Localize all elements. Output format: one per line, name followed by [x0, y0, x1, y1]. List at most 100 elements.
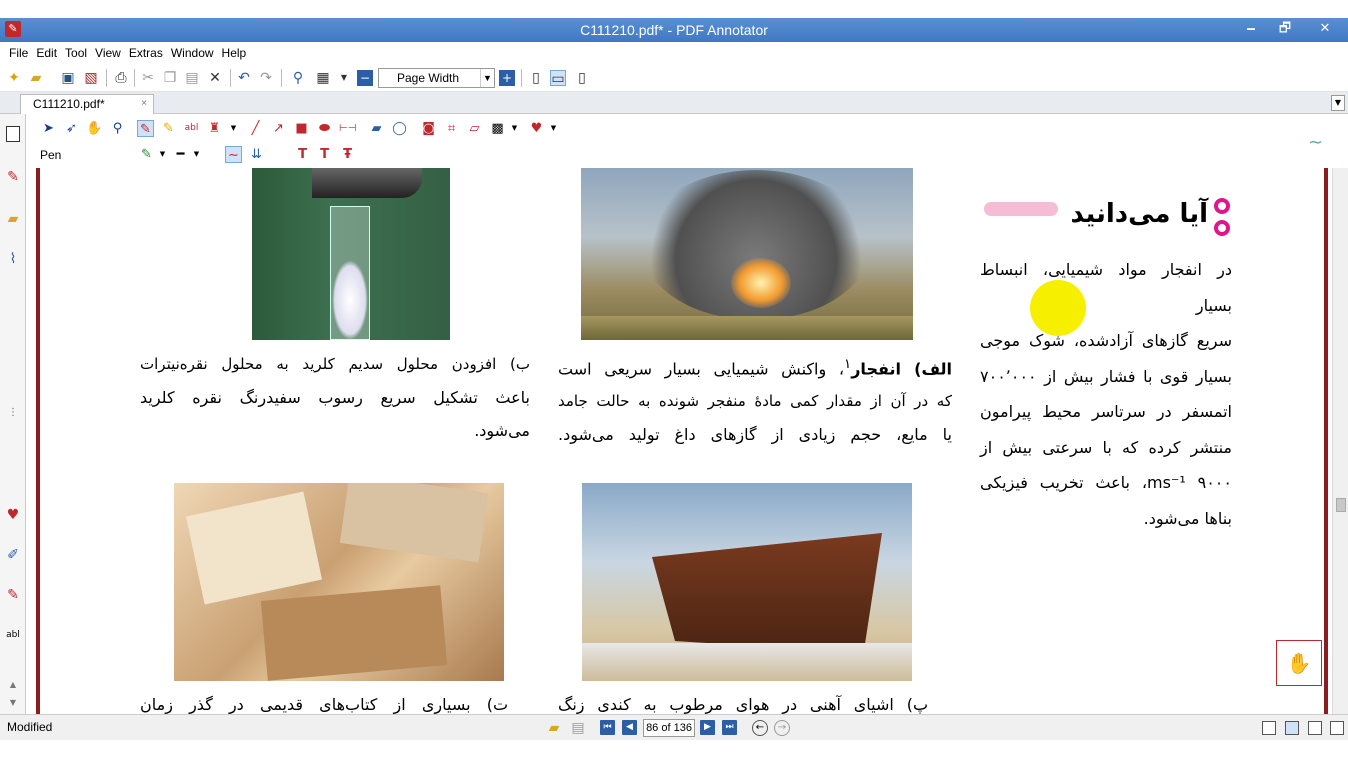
ellipse-tool-icon[interactable]: ⬬ — [316, 120, 333, 137]
forward-icon[interactable]: → — [774, 720, 790, 736]
view-facing-continuous-icon[interactable] — [1330, 721, 1344, 735]
marker-icon[interactable]: ✐ — [4, 546, 22, 564]
current-tool-label: Pen — [40, 148, 62, 162]
view-single-page-icon[interactable] — [1262, 721, 1276, 735]
pen-color-icon[interactable]: ✎ — [138, 146, 155, 163]
ruler-icon[interactable]: ▱ — [466, 120, 483, 137]
open-folder-icon[interactable]: ▰ — [28, 70, 44, 86]
hand-tool-floating-button[interactable]: ✋ — [1276, 640, 1322, 686]
find-icon[interactable]: ⚲ — [290, 70, 306, 86]
measure-tool-icon[interactable]: ⊢⊣ — [339, 120, 356, 137]
stamp-icon[interactable]: ♜ — [206, 120, 223, 137]
chevron-down-icon[interactable]: ▼ — [506, 120, 523, 137]
line-tool-icon[interactable]: ╱ — [247, 120, 264, 137]
redo-icon[interactable]: ↷ — [258, 70, 274, 86]
caption-label: الف) انفجار — [851, 359, 953, 379]
first-page-button[interactable]: ⏮ — [600, 720, 615, 735]
splitter-handle-icon[interactable]: ⋮ — [4, 404, 22, 422]
fullscreen-icon[interactable]: ▯ — [574, 70, 590, 86]
caption-text: می‌شود. — [474, 421, 530, 440]
zoom-select[interactable]: Page Width ▼ — [378, 68, 495, 88]
paste-icon[interactable]: ▤ — [184, 70, 200, 86]
folder-panel-icon[interactable]: ▰ — [4, 210, 22, 228]
menu-view[interactable]: View — [91, 42, 125, 64]
cut-icon[interactable]: ✂ — [140, 70, 156, 86]
scroll-up-icon[interactable]: ▲ — [4, 676, 22, 694]
menu-extras[interactable]: Extras — [125, 42, 167, 64]
fit-width-icon[interactable]: ▭ — [550, 70, 566, 87]
chevron-down-icon[interactable]: ▼ — [336, 70, 352, 86]
smooth-stroke-icon[interactable]: ∼ — [225, 146, 242, 163]
undo-icon[interactable]: ↶ — [236, 70, 252, 86]
chevron-down-icon[interactable]: ▼ — [545, 120, 562, 137]
maximize-button[interactable]: 🗗 — [1268, 18, 1302, 40]
save-icon[interactable]: ▣ — [60, 70, 76, 86]
view-facing-icon[interactable] — [1308, 721, 1322, 735]
back-icon[interactable]: ← — [752, 720, 768, 736]
view-continuous-icon[interactable] — [1285, 721, 1299, 735]
page-number-input[interactable]: 86 of 136 — [643, 719, 695, 737]
document-view[interactable]: آیا می‌دانید در انفجار مواد شیمیایی، انب… — [36, 168, 1328, 714]
next-page-button[interactable]: ▶ — [700, 720, 715, 735]
favorites-heart-icon[interactable]: ♥ — [528, 120, 545, 137]
select-arrow-icon[interactable]: ➤ — [40, 120, 57, 137]
single-page-icon[interactable]: ▯ — [528, 70, 544, 86]
close-button[interactable]: ✕ — [1302, 18, 1348, 40]
layout-icon[interactable]: ▦ — [315, 70, 331, 86]
new-icon[interactable]: ✦ — [6, 70, 22, 86]
vertical-scrollbar[interactable] — [1332, 168, 1348, 714]
insert-image-icon[interactable]: ▩ — [489, 120, 506, 137]
save-as-icon[interactable]: ▧ — [83, 70, 99, 86]
tab-document[interactable]: C111210.pdf* × — [20, 94, 154, 114]
chevron-down-icon[interactable]: ▼ — [188, 146, 205, 163]
delete-icon[interactable]: ✕ — [207, 70, 223, 86]
sidebar-title: آیا می‌دانید — [1070, 199, 1208, 229]
last-page-button[interactable]: ⏭ — [722, 720, 737, 735]
close-tab-icon[interactable]: × — [141, 95, 147, 113]
lasso-icon[interactable]: ◯ — [391, 120, 408, 137]
scroll-down-icon[interactable]: ▼ — [4, 694, 22, 712]
underline-text-icon[interactable]: T — [294, 146, 311, 163]
tab-list-button[interactable]: ▼ — [1331, 95, 1345, 111]
line-width-icon[interactable]: ━ — [172, 146, 189, 163]
caption-silver-chloride: ب) افزودن محلول سدیم کلرید به محلول نقره… — [140, 348, 530, 447]
camera-icon[interactable]: ◙ — [420, 120, 437, 137]
menu-edit[interactable]: Edit — [32, 42, 61, 64]
text-box-icon[interactable]: abl — [4, 626, 22, 644]
print-icon[interactable]: ⎙ — [113, 70, 129, 86]
highlighter-icon[interactable]: ✎ — [160, 120, 177, 137]
attachment-icon[interactable]: ⌇ — [4, 250, 22, 268]
zoom-tool-icon[interactable]: ⚲ — [109, 120, 126, 137]
strikeout-text-icon[interactable]: T — [316, 146, 333, 163]
eraser-icon[interactable]: ▰ — [368, 120, 385, 137]
squiggly-text-icon[interactable]: Ŧ — [339, 146, 356, 163]
open-folder-icon[interactable]: ▰ — [546, 720, 562, 736]
minimize-button[interactable]: 🗕 — [1234, 18, 1268, 40]
menu-tool[interactable]: Tool — [61, 42, 91, 64]
previous-page-button[interactable]: ◀ — [622, 720, 637, 735]
page-panel-icon[interactable] — [6, 126, 20, 142]
menu-window[interactable]: Window — [167, 42, 218, 64]
text-tool-icon[interactable]: abl — [183, 120, 200, 137]
chevron-down-icon[interactable]: ▼ — [225, 120, 242, 137]
crop-icon[interactable]: ⌗ — [443, 120, 460, 137]
red-pen-icon[interactable]: ✎ — [4, 586, 22, 604]
rectangle-tool-icon[interactable]: ■ — [293, 120, 310, 137]
copy-icon[interactable]: ❐ — [162, 70, 178, 86]
snap-icon[interactable]: ⇊ — [248, 146, 265, 163]
caption-text: ، واکنش شیمیایی بسیار سریعی است — [558, 359, 845, 379]
zoom-in-icon[interactable]: + — [499, 70, 515, 86]
menu-file[interactable]: File — [5, 42, 32, 64]
hand-tool-icon[interactable]: ✋ — [86, 120, 103, 137]
menu-help[interactable]: Help — [218, 42, 251, 64]
old-books-photo — [174, 483, 504, 681]
chevron-down-icon[interactable]: ▼ — [154, 146, 171, 163]
pen-tool-icon[interactable]: ✎ — [137, 120, 154, 137]
arrow-tool-icon[interactable]: ↗ — [270, 120, 287, 137]
export-icon[interactable]: ▤ — [570, 720, 586, 736]
favorites-heart-icon[interactable]: ♥ — [4, 506, 22, 524]
zoom-out-icon[interactable]: − — [357, 70, 373, 86]
scrollbar-thumb[interactable] — [1336, 498, 1346, 512]
pen-panel-icon[interactable]: ✎ — [4, 168, 22, 186]
select-annotation-icon[interactable]: ➶ — [63, 120, 80, 137]
